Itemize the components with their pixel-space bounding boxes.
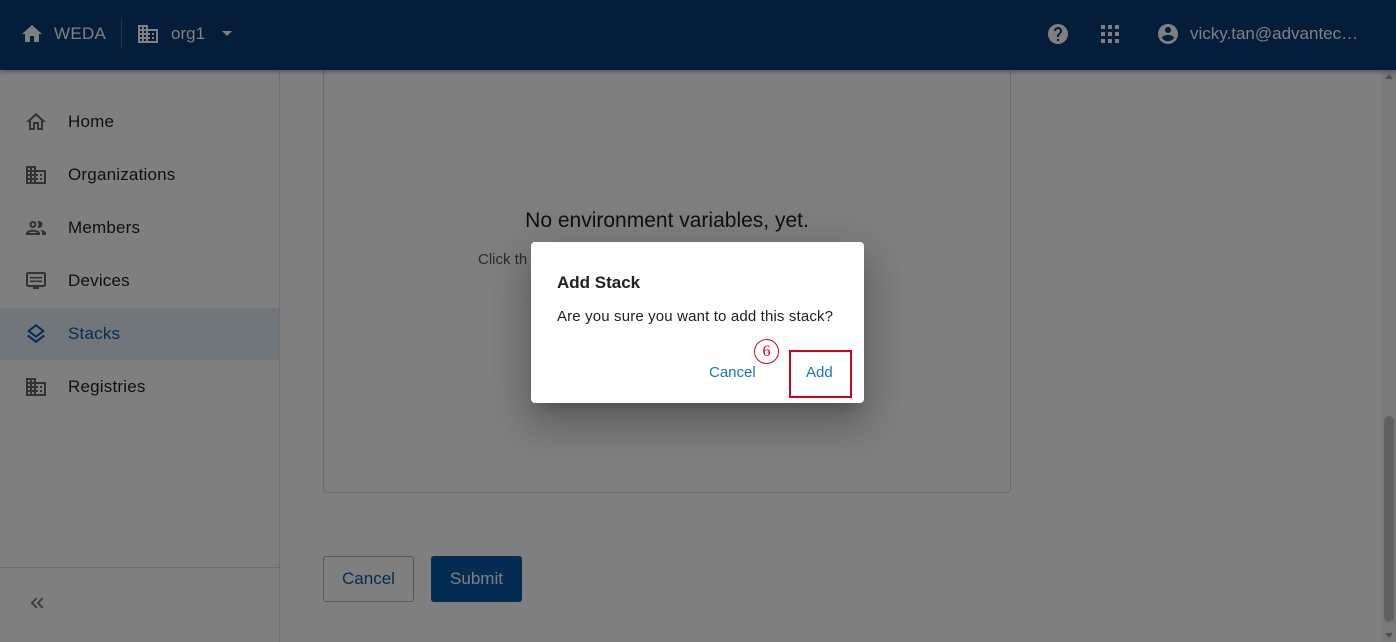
dialog-cancel-button[interactable]: Cancel (701, 362, 764, 383)
step-number-badge: 6 (754, 339, 779, 364)
app-root: WEDA org1 vicky.tan@advant (0, 0, 1396, 642)
dialog-message: Are you sure you want to add this stack? (557, 308, 834, 325)
dialog-add-button[interactable]: Add (797, 362, 842, 383)
dialog-title: Add Stack (557, 273, 641, 292)
add-stack-dialog: Add Stack Are you sure you want to add t… (531, 242, 864, 403)
